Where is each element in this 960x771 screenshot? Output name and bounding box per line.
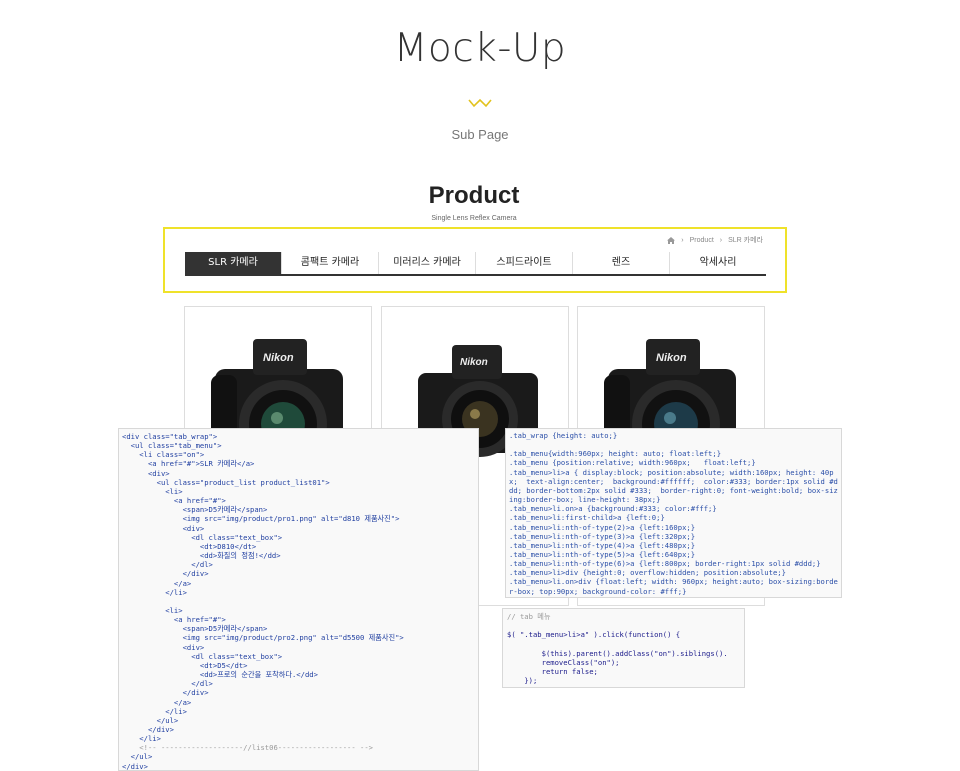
code-line: .tab_menu>li:nth-of-type(6)>a {left:800p… [509, 559, 821, 569]
code-line: <img src="img/product/pro1.png" alt="d81… [122, 514, 400, 524]
breadcrumb-separator-icon: › [681, 236, 684, 244]
code-line: <div> [122, 468, 170, 478]
js-code-panel: // tab 메뉴 $( ".tab_menu>li>a" ).click(fu… [502, 608, 745, 688]
tab-speedlight[interactable]: 스피드라이트 [476, 252, 573, 274]
code-line: .tab_menu>li.on>div {float:left; width: … [509, 577, 838, 596]
product-subtitle: Single Lens Reflex Camera [431, 215, 517, 222]
code-line: <li class="on"> [122, 450, 205, 460]
code-line: return false; [507, 666, 598, 676]
product-title: Product [428, 182, 520, 209]
code-line: </li> [122, 587, 187, 597]
breadcrumb: › Product › SLR 카메라 [667, 235, 763, 245]
code-line: .tab_wrap {height: auto;} [509, 431, 618, 440]
code-line: <dl class="text_box"> [122, 651, 283, 661]
code-line: .tab_menu>li.on>a {background:#333; colo… [509, 504, 717, 514]
tab-accessories[interactable]: 악세사리 [670, 252, 766, 274]
code-line: </div> [122, 761, 148, 771]
code-line: .tab_menu>li:nth-of-type(5)>a {left:640p… [509, 550, 696, 560]
brand-label: Nikon [460, 357, 488, 368]
code-line: <li> [122, 605, 183, 615]
code-line: }); [507, 676, 538, 686]
code-line: $( ".tab_menu>li>a" ).click(function() { [507, 630, 681, 640]
code-line: .tab_menu>li:nth-of-type(4)>a {left:480p… [509, 540, 696, 550]
tab-mirrorless-camera[interactable]: 미러리스 카메라 [379, 252, 476, 274]
code-line: <ul class="product_list product_list01"> [122, 477, 330, 487]
breadcrumb-product[interactable]: Product [690, 237, 714, 244]
brand-label: Nikon [656, 352, 687, 364]
tab-slr-camera[interactable]: SLR 카메라 [185, 252, 282, 274]
code-line: <a href="#"> [122, 615, 226, 625]
code-line: <dt>D810</dt> [122, 541, 257, 551]
code-line: </dl> [122, 679, 213, 689]
code-line: <dt>D5</dt> [122, 660, 248, 670]
css-code-panel: .tab_wrap {height: auto;} .tab_menu{widt… [505, 428, 842, 598]
code-line: <dd>화질의 정점!</dd> [122, 551, 281, 561]
code-line: </a> [122, 697, 192, 707]
html-code-panel: <div class="tab_wrap"> <ul class="tab_me… [118, 428, 479, 771]
page-title: Mock-Up [393, 26, 567, 71]
breadcrumb-current: SLR 카메라 [728, 237, 763, 244]
code-line: </dl> [122, 560, 213, 570]
code-line: </ul> [122, 752, 153, 762]
tab-bar: SLR 카메라 콤팩트 카메라 미러리스 카메라 스피드라이트 렌즈 악세사리 [185, 252, 766, 276]
page-subtitle: Sub Page [451, 127, 509, 142]
code-line: <img src="img/product/pro2.png" alt="d55… [122, 633, 404, 643]
code-line: <dd>프로의 순간을 포착하다.</dd> [122, 670, 318, 680]
tab-lens[interactable]: 렌즈 [573, 252, 670, 274]
code-comment: // tab 메뉴 [507, 612, 551, 621]
breadcrumb-separator-icon: › [719, 236, 723, 244]
code-line: <dl class="text_box"> [122, 532, 283, 542]
code-line: .tab_menu>li>a { display:block; position… [509, 467, 838, 505]
code-line: removeClass("on"); [507, 657, 620, 667]
code-line: <li> [122, 486, 183, 496]
code-line: .tab_menu>li:nth-of-type(3)>a {left:320p… [509, 531, 696, 541]
tab-compact-camera[interactable]: 콤팩트 카메라 [282, 252, 379, 274]
code-line: </li> [122, 706, 187, 716]
code-line: </a> [122, 578, 192, 588]
code-line: <a href="#">SLR 카메라</a> [122, 459, 255, 469]
code-line: .tab_menu>li:nth-of-type(2)>a {left:160p… [509, 522, 696, 532]
code-comment: <!-- -------------------//list06--------… [122, 743, 373, 753]
home-icon[interactable] [667, 236, 676, 244]
code-line: </div> [122, 688, 209, 698]
code-line: <div> [122, 642, 205, 652]
code-line: $(this).parent().addClass("on").siblings… [507, 648, 728, 658]
code-line: .tab_menu {position:relative; width:960p… [509, 458, 756, 468]
code-line: </ul> [122, 715, 179, 725]
brand-label: Nikon [263, 352, 294, 364]
code-line: .tab_menu{width:960px; height: auto; flo… [509, 449, 722, 459]
code-line: <a href="#"> [122, 496, 226, 506]
code-line: </div> [122, 569, 209, 579]
code-line: <div class="tab_wrap"> [122, 432, 218, 441]
code-line: .tab_menu>li:first-child>a {left:0;} [509, 513, 665, 523]
tab-menu-highlight: › Product › SLR 카메라 SLR 카메라 콤팩트 카메라 미러리스… [163, 227, 787, 293]
chevron-down-icon [468, 98, 492, 108]
code-line: .tab_menu>li>div {height:0; overflow:hid… [509, 568, 786, 578]
code-line: <div> [122, 523, 205, 533]
code-line: <span>D5카메라</span> [122, 624, 268, 634]
code-line: <span>D5카메라</span> [122, 505, 268, 515]
code-line: <ul class="tab_menu"> [122, 441, 222, 451]
code-line: </div> [122, 724, 174, 734]
code-line: </li> [122, 734, 161, 744]
